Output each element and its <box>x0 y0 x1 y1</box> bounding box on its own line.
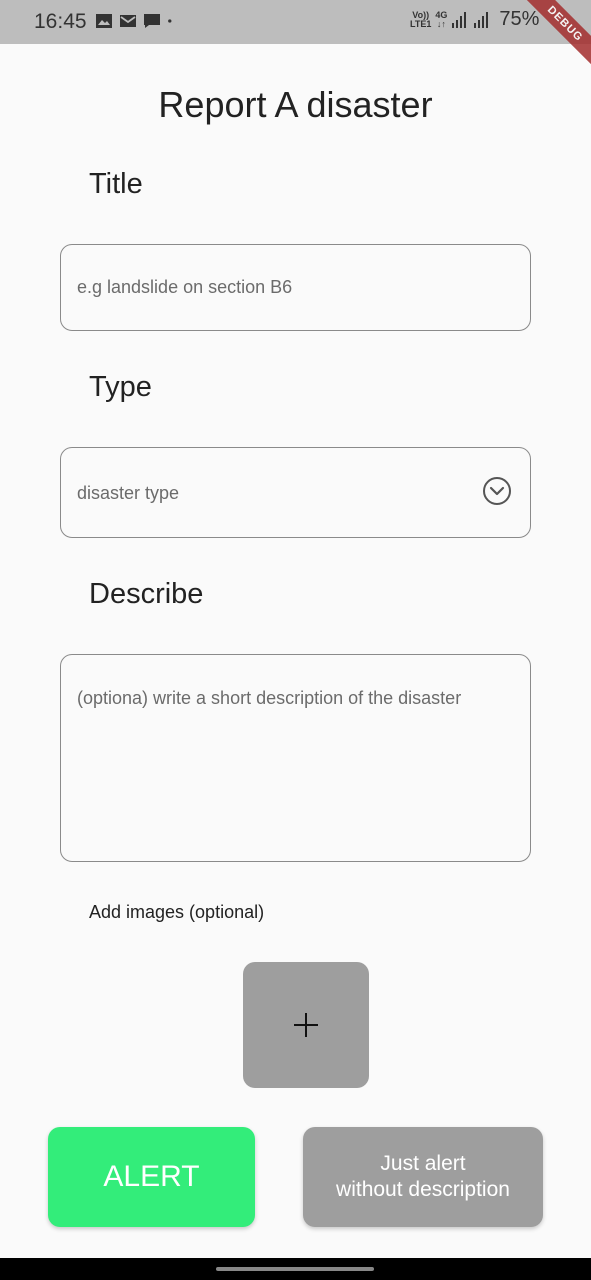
type-label: Type <box>89 371 152 403</box>
signal-icon <box>452 11 467 28</box>
describe-label: Describe <box>89 578 204 610</box>
title-placeholder: e.g landslide on section B6 <box>77 277 293 297</box>
just-alert-button[interactable]: Just alert without description <box>303 1127 543 1227</box>
chevron-down-circle-icon[interactable] <box>482 476 512 506</box>
page-title: Report A disaster <box>158 84 433 125</box>
title-label: Title <box>89 168 143 200</box>
description-textarea[interactable]: (optiona) write a short description of t… <box>60 654 531 862</box>
home-gesture-handle[interactable] <box>216 1267 374 1271</box>
notification-icons <box>95 12 177 30</box>
mail-notification-icon <box>120 15 136 27</box>
just-alert-line2: without description <box>336 1178 510 1201</box>
type-placeholder: disaster type <box>77 483 180 503</box>
message-notification-icon <box>144 14 160 28</box>
dot-icon <box>168 19 172 23</box>
disaster-type-dropdown[interactable]: disaster type <box>60 447 531 538</box>
volte-indicator: Vo)) LTE1 <box>410 9 432 29</box>
plus-icon <box>294 1013 318 1037</box>
just-alert-line1: Just alert <box>380 1152 466 1175</box>
title-input[interactable]: e.g landslide on section B6 <box>60 244 531 331</box>
status-bar: 16:45 Vo)) LTE1 4G ↓↑ 75% <box>0 0 591 44</box>
status-time: 16:45 <box>34 10 87 33</box>
network-type-indicator: 4G ↓↑ <box>435 9 448 29</box>
image-notification-icon <box>96 14 112 28</box>
alert-button[interactable]: ALERT <box>48 1127 255 1227</box>
system-nav-bar <box>0 1258 591 1280</box>
signal-icon-2 <box>474 11 489 28</box>
add-image-button[interactable] <box>243 962 369 1088</box>
images-label: Add images (optional) <box>89 902 265 922</box>
status-right: Vo)) LTE1 4G ↓↑ 75% <box>410 8 539 31</box>
description-placeholder: (optiona) write a short description of t… <box>77 688 462 708</box>
battery-level: 75% <box>499 8 540 30</box>
